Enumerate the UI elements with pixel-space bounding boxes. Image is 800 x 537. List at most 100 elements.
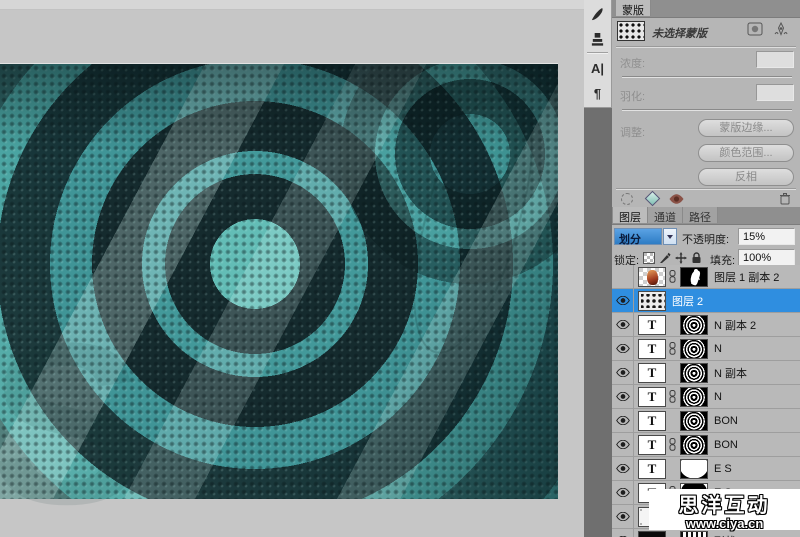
layer-row[interactable]: TN: [612, 337, 800, 361]
layer-name: N 副本 2: [714, 317, 756, 333]
tab-paths[interactable]: 路径: [683, 207, 718, 223]
layer-name: N: [714, 343, 722, 355]
feather-slider[interactable]: [622, 109, 792, 111]
load-selection-icon[interactable]: [618, 191, 636, 206]
vector-mask-button[interactable]: [772, 21, 790, 37]
lock-transparency-icon[interactable]: [642, 251, 655, 264]
layer-row[interactable]: 图层 1 副本 2: [612, 265, 800, 289]
mask-thumbnail[interactable]: [617, 21, 645, 41]
layer-mask-thumbnail[interactable]: [680, 411, 708, 431]
layer-row[interactable]: TBON: [612, 433, 800, 457]
blend-mode-select[interactable]: 划分: [614, 228, 662, 245]
blend-mode-arrow[interactable]: [663, 228, 677, 245]
layer-visibility-eye-icon[interactable]: [612, 433, 634, 456]
layer-name: 图层 2: [672, 293, 703, 309]
layer-mask-thumbnail[interactable]: [680, 315, 708, 335]
layer-row[interactable]: T BON: [612, 409, 800, 433]
clone-source-icon[interactable]: [584, 28, 611, 50]
layer-visibility-eye-icon[interactable]: [612, 505, 634, 528]
layer-row[interactable]: T N 副本 2: [612, 313, 800, 337]
tab-channels[interactable]: 通道: [648, 207, 683, 223]
layer-row[interactable]: 图层 2: [612, 289, 800, 313]
color-range-button[interactable]: 颜色范围...: [698, 144, 794, 162]
apply-mask-icon[interactable]: [643, 191, 661, 206]
layer-thumbnail[interactable]: T: [638, 435, 666, 455]
lock-pixels-icon[interactable]: [658, 251, 671, 264]
layer-visibility-eye-icon[interactable]: [612, 481, 634, 504]
fill-value[interactable]: 100%: [738, 249, 795, 266]
document-artwork[interactable]: S: [0, 63, 558, 499]
ghost-letter: S: [0, 309, 133, 537]
layer-thumbnail[interactable]: T: [638, 387, 666, 407]
mask-link-chain-icon[interactable]: [667, 438, 677, 451]
right-panel-group: 蒙版 未选择蒙版 浓度: 羽化: 调整: 蒙版边缘... 颜色范围... 反相: [612, 0, 800, 537]
layer-name: N 副本: [714, 365, 747, 381]
tab-masks[interactable]: 蒙版: [616, 0, 651, 16]
layer-thumbnail[interactable]: T: [638, 339, 666, 359]
density-slider[interactable]: [622, 76, 792, 78]
layer-mask-thumbnail[interactable]: [680, 387, 708, 407]
layer-visibility-eye-icon[interactable]: [612, 529, 634, 537]
layer-mask-thumbnail[interactable]: [680, 267, 708, 287]
mask-link-chain-icon[interactable]: [667, 270, 677, 283]
lock-all-icon[interactable]: [690, 251, 703, 264]
layer-thumbnail[interactable]: [638, 531, 666, 537]
character-panel-icon[interactable]: A|: [584, 57, 611, 79]
mask-link-chain-icon[interactable]: [667, 342, 677, 355]
layer-visibility-empty[interactable]: [612, 265, 634, 288]
opacity-value[interactable]: 15%: [738, 228, 795, 245]
layer-visibility-eye-icon[interactable]: [612, 385, 634, 408]
layer-visibility-eye-icon[interactable]: [612, 289, 634, 312]
disable-mask-eye-icon[interactable]: [667, 191, 685, 206]
feather-input[interactable]: [756, 84, 794, 101]
layer-mask-thumbnail[interactable]: [680, 363, 708, 383]
layer-visibility-eye-icon[interactable]: [612, 361, 634, 384]
layer-thumbnail[interactable]: T: [638, 459, 666, 479]
layer-visibility-eye-icon[interactable]: [612, 409, 634, 432]
photoshop-window: S A| ¶ 蒙版 未选择蒙版: [0, 0, 800, 537]
layer-mask-thumbnail[interactable]: [680, 339, 708, 359]
watermark-line1: 思洋互动: [679, 489, 771, 518]
layer-name: E S: [714, 463, 732, 475]
paragraph-panel-icon[interactable]: ¶: [584, 82, 611, 104]
layer-name: N: [714, 391, 722, 403]
layer-name: 形状 4: [714, 533, 745, 537]
layer-visibility-eye-icon[interactable]: [612, 313, 634, 336]
layer-visibility-eye-icon[interactable]: [612, 457, 634, 480]
mask-status-label: 未选择蒙版: [652, 25, 707, 41]
pixel-mask-button[interactable]: [746, 21, 764, 37]
mask-link-chain-icon[interactable]: [667, 390, 677, 403]
delete-mask-trash-icon[interactable]: [776, 191, 794, 206]
layer-thumbnail[interactable]: [638, 267, 666, 287]
layer-mask-thumbnail[interactable]: [680, 435, 708, 455]
invert-button[interactable]: 反相: [698, 168, 794, 186]
layer-row[interactable]: TE S: [612, 457, 800, 481]
layer-row[interactable]: T N 副本: [612, 361, 800, 385]
layer-row[interactable]: TN: [612, 385, 800, 409]
masks-panel-header: 蒙版: [612, 0, 800, 18]
mask-edge-button[interactable]: 蒙版边缘...: [698, 119, 794, 137]
density-label: 浓度:: [620, 55, 645, 71]
layer-thumbnail[interactable]: T: [638, 411, 666, 431]
ghost-figure: [393, 87, 548, 366]
brush-panel-icon[interactable]: [584, 3, 611, 25]
layer-mask-thumbnail[interactable]: [680, 459, 708, 479]
lock-position-icon[interactable]: [674, 251, 687, 264]
layer-thumbnail[interactable]: [638, 291, 666, 311]
opacity-label: 不透明度:: [682, 231, 729, 247]
canvas-top-strip: [0, 0, 584, 10]
layer-name: BON: [714, 415, 738, 427]
watermark-line2: www.ciya.cn: [686, 516, 764, 531]
adjust-label: 调整:: [620, 124, 645, 140]
layers-panel-header: 图层 通道 路径: [612, 207, 800, 225]
masks-divider-2: [616, 188, 796, 190]
layer-thumbnail[interactable]: T: [638, 363, 666, 383]
canvas-area: S: [0, 0, 584, 537]
masks-divider-1: [616, 46, 796, 48]
feather-label: 羽化:: [620, 88, 645, 104]
density-input[interactable]: [756, 51, 794, 68]
tab-layers[interactable]: 图层: [613, 207, 648, 223]
layer-thumbnail[interactable]: T: [638, 315, 666, 335]
layer-mask-thumbnail[interactable]: [680, 531, 708, 537]
layer-visibility-eye-icon[interactable]: [612, 337, 634, 360]
